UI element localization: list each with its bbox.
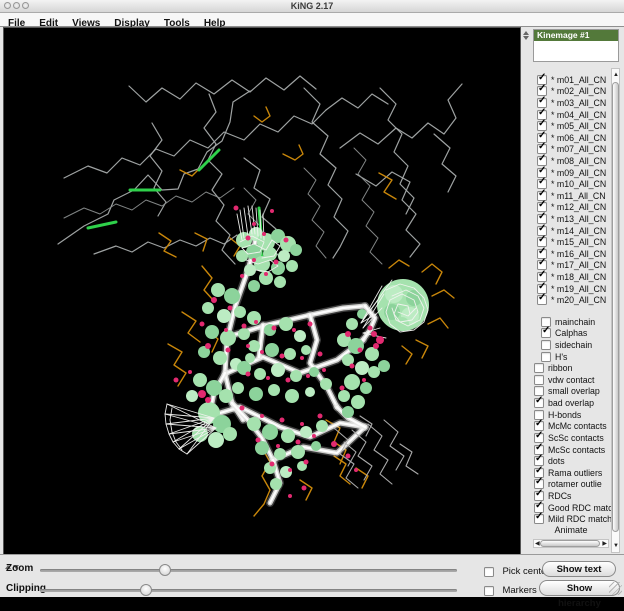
animate-label: Animate xyxy=(531,525,611,535)
window-title: KiNG 2.17 xyxy=(0,1,624,11)
model-row-16[interactable]: * m16_All_CN xyxy=(537,245,606,256)
bottom-control-panel: Zoom Clipping Pick center Markers Show t… xyxy=(0,554,624,597)
model-row-4[interactable]: * m04_All_CN xyxy=(537,106,606,117)
option-row-small-overlap[interactable]: small overlap xyxy=(534,383,600,394)
zoom-slider[interactable] xyxy=(40,569,457,572)
checkbox[interactable] xyxy=(534,514,544,524)
checkbox-label: Mild RDC match xyxy=(548,514,612,524)
clipping-slider[interactable] xyxy=(40,589,457,592)
checkbox[interactable] xyxy=(537,295,547,305)
show-text-button[interactable]: Show text xyxy=(542,561,616,577)
kinemage-listbox[interactable]: Kinemage #1 xyxy=(533,29,619,62)
markers-checkbox[interactable]: Markers xyxy=(484,582,537,600)
zoom-slider-label: Zoom xyxy=(6,563,33,574)
model-row-17[interactable]: * m17_All_CN xyxy=(537,257,606,268)
scroll-down-icon[interactable]: ▼ xyxy=(613,543,619,549)
option-row-mainchain[interactable]: mainchain xyxy=(541,313,595,324)
model-row-2[interactable]: * m02_All_CN xyxy=(537,83,606,94)
option-row-rama-outliers[interactable]: Rama outliers xyxy=(534,464,602,475)
clipping-slider-thumb[interactable] xyxy=(140,584,152,596)
option-row-rotamer-outlie[interactable]: rotamer outlie xyxy=(534,476,602,487)
checkbox-label: * m20_All_CN xyxy=(551,295,606,305)
sidebar-horizontal-scrollbar[interactable]: ◀ ▶ xyxy=(533,539,609,548)
model-row-6[interactable]: * m06_All_CN xyxy=(537,129,606,140)
model-row-10[interactable]: * m10_All_CN xyxy=(537,175,606,186)
kinemage-list-item-selected[interactable]: Kinemage #1 xyxy=(534,30,618,41)
option-row-calphas[interactable]: Calphas xyxy=(541,325,587,336)
scrollbar-thumb[interactable] xyxy=(612,82,619,532)
option-row-ribbon[interactable]: ribbon xyxy=(534,359,572,370)
option-row-sidechain[interactable]: sidechain xyxy=(541,336,592,347)
model-row-13[interactable]: * m13_All_CN xyxy=(537,210,606,221)
scrollbar-thumb[interactable] xyxy=(540,540,600,547)
model-row-15[interactable]: * m15_All_CN xyxy=(537,233,606,244)
title-bar: KiNG 2.17 xyxy=(0,0,624,13)
option-row-mcsc-contacts[interactable]: McSc contacts xyxy=(534,441,605,452)
calpha-green-segments xyxy=(88,150,261,233)
option-row-scsc-contacts[interactable]: ScSc contacts xyxy=(534,429,604,440)
option-row-dots[interactable]: dots xyxy=(534,452,565,463)
scroll-left-icon[interactable]: ◀ xyxy=(535,541,540,547)
markers-label: Markers xyxy=(502,585,536,596)
model-row-3[interactable]: * m03_All_CN xyxy=(537,94,606,105)
option-row-mild-rdc-match[interactable]: Mild RDC match xyxy=(534,511,612,522)
white-fans-and-scribbles xyxy=(165,206,428,454)
scroll-right-icon[interactable]: ▶ xyxy=(602,541,607,547)
splitter-collapse-arrows[interactable] xyxy=(523,30,529,41)
model-row-14[interactable]: * m14_All_CN xyxy=(537,222,606,233)
model-row-5[interactable]: * m05_All_CN xyxy=(537,117,606,128)
model-row-19[interactable]: * m19_All_CN xyxy=(537,280,606,291)
model-row-12[interactable]: * m12_All_CN xyxy=(537,199,606,210)
vertical-splitter[interactable] xyxy=(521,28,531,554)
option-row-bad-overlap[interactable]: bad overlap xyxy=(534,394,594,405)
sidebar-vertical-scrollbar[interactable]: ▲ ▼ xyxy=(611,68,620,553)
zoom-slider-thumb[interactable] xyxy=(159,564,171,576)
option-row-h-bonds[interactable]: H-bonds xyxy=(534,406,581,417)
show-hierarchy-button[interactable]: Show hierarchy xyxy=(539,580,620,596)
king-window: KiNG 2.17 FileEditViewsDisplayToolsHelp … xyxy=(0,0,624,596)
option-row-h-s[interactable]: H's xyxy=(541,348,567,359)
scroll-up-icon[interactable]: ▲ xyxy=(613,72,619,78)
model-row-1[interactable]: * m01_All_CN xyxy=(537,71,606,82)
graphics-canvas[interactable] xyxy=(4,28,520,554)
model-row-9[interactable]: * m09_All_CN xyxy=(537,164,606,175)
model-row-8[interactable]: * m08_All_CN xyxy=(537,152,606,163)
model-row-7[interactable]: * m07_All_CN xyxy=(537,141,606,152)
model-row-20[interactable]: * m20_All_CN xyxy=(537,291,606,302)
option-row-mcmc-contacts[interactable]: McMc contacts xyxy=(534,418,607,429)
window-resize-grip[interactable] xyxy=(609,582,622,595)
option-row-rdcs[interactable]: RDCs xyxy=(534,487,571,498)
sidebar: Kinemage #1 * m01_All_CN* m02_All_CN* m0… xyxy=(531,28,624,554)
option-row-vdw-contact[interactable]: vdw contact xyxy=(534,371,594,382)
checkbox[interactable] xyxy=(484,567,494,577)
pick-center-checkbox[interactable]: Pick center xyxy=(484,563,549,581)
option-row-good-rdc-match[interactable]: Good RDC match xyxy=(534,499,617,510)
model-row-11[interactable]: * m11_All_CN xyxy=(537,187,606,198)
menu-bar: FileEditViewsDisplayToolsHelp xyxy=(0,13,624,27)
kinemage-scene[interactable] xyxy=(4,28,520,554)
checkbox[interactable] xyxy=(484,586,494,596)
model-row-18[interactable]: * m18_All_CN xyxy=(537,268,606,279)
